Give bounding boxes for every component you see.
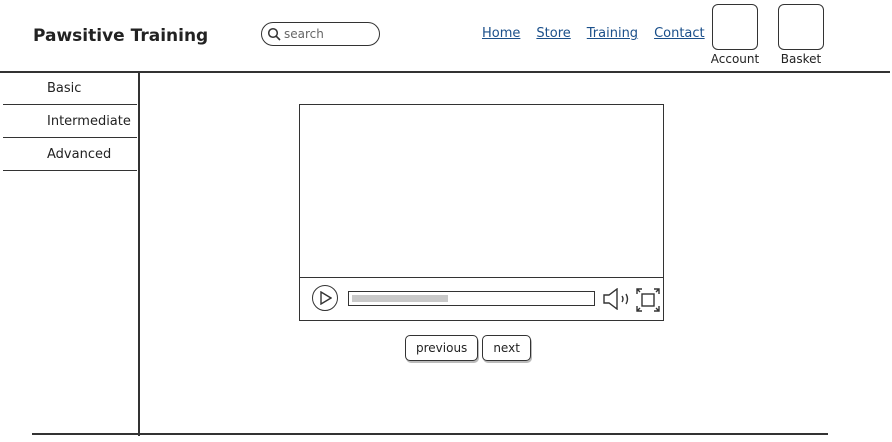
fullscreen-icon[interactable]: [636, 288, 660, 312]
sidebar: Basic Intermediate Advanced: [3, 72, 137, 171]
search-box[interactable]: [261, 22, 380, 46]
page: Pawsitive Training Home Store Training C…: [0, 0, 892, 442]
search-input[interactable]: [284, 27, 374, 41]
nav-link-home[interactable]: Home: [482, 26, 520, 41]
next-button[interactable]: next: [482, 335, 531, 361]
basket-label[interactable]: Basket: [771, 52, 831, 66]
video-player: [299, 104, 664, 321]
nav-link-store[interactable]: Store: [536, 26, 570, 41]
nav-link-training[interactable]: Training: [587, 26, 638, 41]
play-button[interactable]: [312, 285, 338, 311]
sidebar-item-advanced[interactable]: Advanced: [3, 138, 137, 171]
sidebar-item-basic[interactable]: Basic: [3, 72, 137, 105]
account-label[interactable]: Account: [705, 52, 765, 66]
video-controls: [300, 277, 663, 320]
site-title: Pawsitive Training: [33, 26, 209, 46]
main-nav: Home Store Training Contact: [482, 26, 705, 41]
pager: previous next: [405, 335, 531, 361]
play-icon: [320, 291, 332, 305]
nav-link-contact[interactable]: Contact: [654, 26, 705, 41]
progress-fill: [352, 295, 448, 302]
footer-divider: [32, 433, 828, 435]
sidebar-item-intermediate[interactable]: Intermediate: [3, 105, 137, 138]
basket-icon[interactable]: [778, 4, 824, 50]
progress-bar[interactable]: [348, 291, 595, 306]
account-icon[interactable]: [712, 4, 758, 50]
sidebar-divider: [138, 72, 140, 436]
previous-button[interactable]: previous: [405, 335, 479, 361]
video-screen[interactable]: [300, 105, 663, 278]
volume-icon[interactable]: [602, 288, 632, 310]
search-icon: [267, 27, 281, 41]
